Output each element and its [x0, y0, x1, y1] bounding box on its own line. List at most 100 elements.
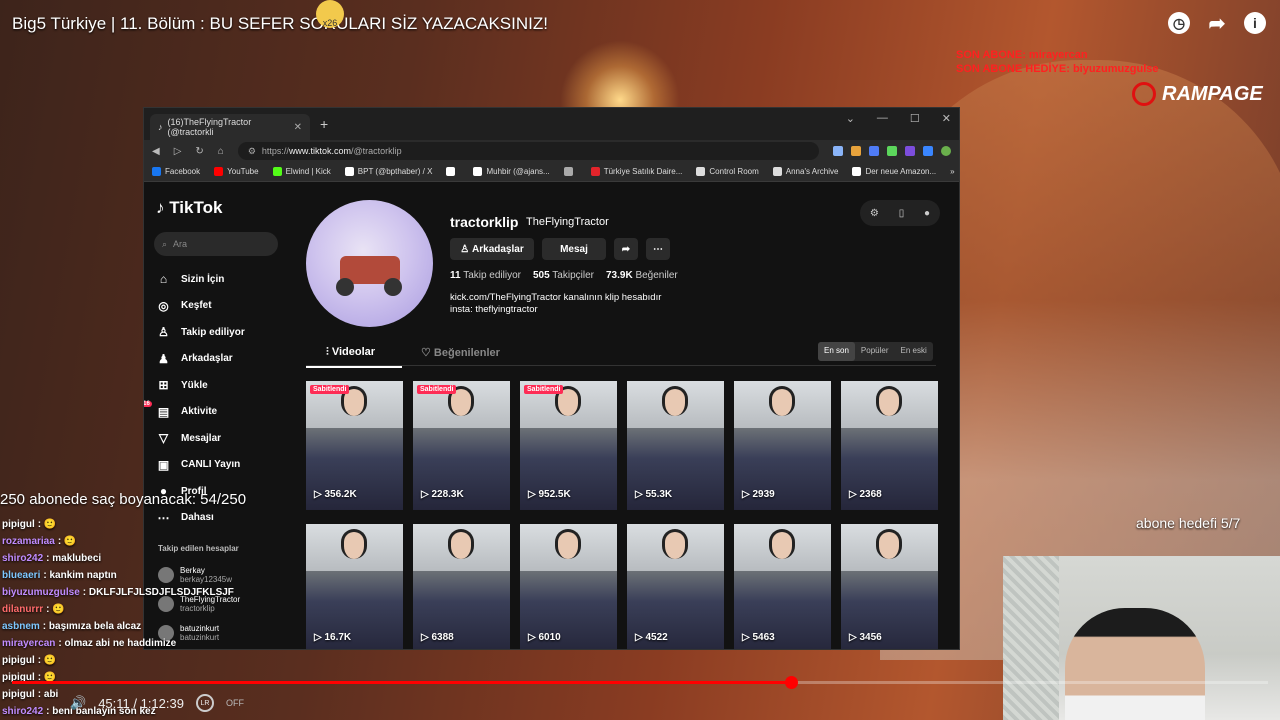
sort-option[interactable]: En eski	[894, 342, 932, 361]
bookmark-item[interactable]: Elwind | Kick	[272, 167, 331, 176]
tab-videos[interactable]: ⫶ Videolar	[305, 346, 403, 368]
site-info-icon[interactable]: ⚙	[248, 146, 256, 157]
progress-scrubber[interactable]	[784, 676, 798, 689]
sidebar-item-label: Takip ediliyor	[181, 326, 245, 338]
back-icon[interactable]: ◀	[152, 146, 160, 157]
profile-avatar-icon[interactable]	[941, 146, 951, 156]
more-options-button[interactable]: ⋯	[646, 238, 670, 260]
message-button[interactable]: Mesaj	[542, 238, 606, 260]
sidebar-item-4[interactable]: ⊞ Yükle	[156, 372, 245, 399]
settings-icon[interactable]: ⚙	[870, 208, 879, 219]
video-thumbnail[interactable]: Sabitlendi ▷ 356.2K	[306, 381, 403, 510]
video-thumbnail[interactable]: Sabitlendi ▷ 952.5K	[520, 381, 617, 510]
bookmark-item[interactable]: BPT (@bpthaber) / X	[344, 167, 432, 176]
browser-window: ♪ (16)TheFlyingTractor (@tractorkli ✕ + …	[143, 107, 960, 650]
chat-username: mirayercan	[2, 638, 56, 649]
close-window-icon[interactable]: ✕	[942, 112, 951, 125]
webcam-person	[1065, 608, 1205, 720]
extension-icon[interactable]	[905, 146, 915, 156]
watch-later-icon[interactable]: ◷	[1168, 12, 1190, 34]
video-thumbnail[interactable]: Sabitlendi ▷ 228.3K	[413, 381, 510, 510]
user-avatar-icon[interactable]: ●	[924, 208, 930, 219]
followers-stat[interactable]: 505 Takipçiler	[533, 270, 594, 281]
video-thumbnail[interactable]: ▷ 3456	[841, 524, 938, 649]
bookmark-item[interactable]: Facebook	[152, 167, 200, 176]
sidebar-item-label: Yükle	[181, 379, 208, 391]
chat-username: biyuzumuzgulse	[2, 587, 80, 598]
volume-icon[interactable]: 🔊	[70, 695, 86, 711]
bookmark-item[interactable]: Der neue Amazon...	[852, 167, 936, 176]
sidebar-item-1[interactable]: ◎ Keşfet	[156, 293, 245, 320]
extension-icon[interactable]	[851, 146, 861, 156]
thumbnail-top-frame	[520, 524, 617, 571]
forward-icon[interactable]: ▷	[174, 146, 182, 157]
bookmark-item[interactable]	[563, 167, 577, 176]
device-icon[interactable]: ▯	[899, 208, 905, 219]
bookmark-item[interactable]: Muhbir (@ajans...	[473, 167, 550, 176]
sort-option[interactable]: Popüler	[855, 342, 895, 361]
following-stat[interactable]: 11 Takip ediliyor	[450, 270, 521, 281]
share-profile-button[interactable]: ➦	[614, 238, 638, 260]
thumbnail-headphones	[662, 386, 688, 416]
bookmark-label: YouTube	[227, 167, 259, 176]
sidebar-item-5[interactable]: ▤ Aktivite 16	[144, 399, 245, 426]
tab-title: (16)TheFlyingTractor (@tractorkli	[167, 117, 252, 137]
minimize-icon[interactable]: —	[877, 112, 888, 125]
more-bookmarks-icon[interactable]: »	[950, 167, 954, 176]
sidebar-item-0[interactable]: ⌂ Sizin İçin	[156, 266, 245, 293]
chat-message: pipigul: 🙂	[2, 516, 234, 533]
video-progress-bar[interactable]	[12, 676, 1268, 689]
play-icon: ▷	[849, 489, 860, 500]
extension-icon[interactable]	[833, 146, 843, 156]
close-tab-icon[interactable]: ✕	[294, 122, 302, 133]
reload-icon[interactable]: ↻	[195, 146, 203, 157]
sidebar-item-3[interactable]: ♟ Arkadaşlar	[156, 346, 245, 373]
home-icon[interactable]: ⌂	[218, 146, 224, 157]
video-thumbnail[interactable]: ▷ 6010	[520, 524, 617, 649]
friends-button[interactable]: ♙ Arkadaşlar	[450, 238, 534, 260]
extension-icon[interactable]	[869, 146, 879, 156]
profile-avatar[interactable]	[306, 200, 433, 327]
sidebar-item-6[interactable]: ▽ Mesajlar	[156, 425, 245, 452]
bookmark-item[interactable]: Türkiye Satılık Daire...	[590, 167, 682, 176]
video-thumbnail[interactable]: ▷ 6388	[413, 524, 510, 649]
bookmark-item[interactable]: Control Room	[696, 167, 759, 176]
video-thumbnail[interactable]: ▷ 5463	[734, 524, 831, 649]
search-input[interactable]: ⌕ Ara	[154, 232, 278, 256]
browser-tab[interactable]: ♪ (16)TheFlyingTractor (@tractorkli ✕	[150, 114, 310, 140]
view-count-value: 3456	[859, 632, 882, 643]
bookmark-item[interactable]	[446, 167, 459, 176]
video-thumbnail[interactable]: ▷ 4522	[627, 524, 724, 649]
pinned-badge: Sabitlendi	[417, 385, 457, 394]
bookmark-item[interactable]: YouTube	[214, 167, 259, 176]
new-tab-icon[interactable]: +	[320, 116, 328, 132]
tab-liked[interactable]: ♡ Beğenilenler	[421, 346, 500, 359]
lr-toggle-icon[interactable]: LR	[195, 694, 214, 712]
maximize-icon[interactable]: ☐	[910, 112, 920, 125]
video-thumbnail[interactable]: ▷ 16.7K	[306, 524, 403, 649]
sort-option[interactable]: En son	[818, 342, 855, 361]
sort-toggle: En son Popüler En eski	[818, 342, 933, 361]
video-thumbnail[interactable]: ▷ 2939	[734, 381, 831, 510]
video-thumbnail[interactable]: ▷ 55.3K	[627, 381, 724, 510]
bio-line: insta: theflyingtractor	[450, 304, 538, 315]
sidebar-item-7[interactable]: ▣ CANLI Yayın	[156, 452, 245, 479]
chat-message: pipigul: 🙂	[2, 652, 234, 669]
sidebar-item-2[interactable]: ♙ Takip ediliyor	[156, 319, 245, 346]
share-icon[interactable]: ➦	[1206, 12, 1228, 35]
rampage-logo: RAMPAGE	[1132, 82, 1263, 106]
extension-icon[interactable]	[923, 146, 933, 156]
tab-search-icon[interactable]: ⌄	[846, 112, 855, 125]
sidebar-item-label: Sizin İçin	[181, 273, 225, 285]
tiktok-logo[interactable]: ♪ TikTok	[156, 198, 222, 218]
extension-icon[interactable]	[887, 146, 897, 156]
profile-bio: kick.com/TheFlyingTractor kanalının klip…	[450, 292, 661, 316]
info-icon[interactable]: i	[1244, 12, 1266, 34]
nav-icon: ▽	[158, 431, 169, 446]
bookmark-item[interactable]: Anna's Archive	[772, 167, 838, 176]
tiktok-logo-text: TikTok	[169, 198, 223, 217]
chat-text: : başımıza bela alcaz	[42, 621, 142, 632]
address-field[interactable]: ⚙ https://www.tiktok.com/@tractorklip	[237, 142, 819, 160]
sidebar-item-label: Mesajlar	[181, 432, 222, 444]
video-thumbnail[interactable]: ▷ 2368	[841, 381, 938, 510]
